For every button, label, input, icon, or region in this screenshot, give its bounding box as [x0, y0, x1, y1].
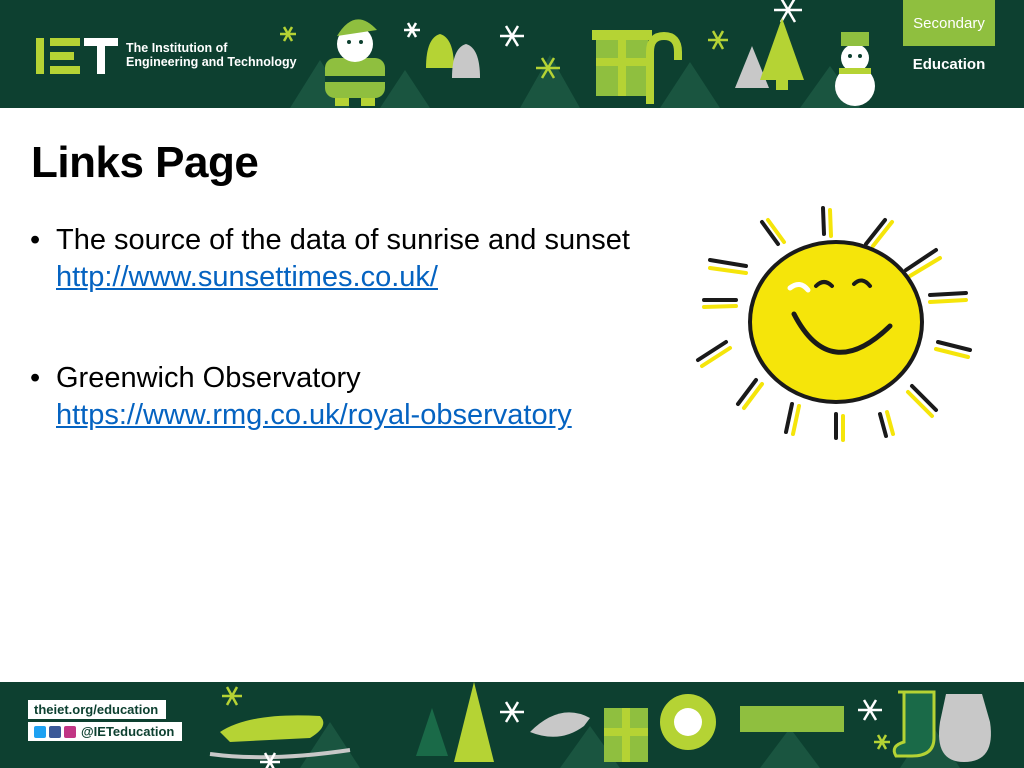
list-item: • The source of the data of sunrise and … [28, 222, 688, 296]
bullet-icon: • [30, 224, 41, 256]
page-title: Links Page [31, 138, 259, 187]
footer-social-bar: @IETeducation [28, 722, 183, 741]
links-list: • The source of the data of sunrise and … [28, 222, 688, 434]
list-item-text: Greenwich Observatory [56, 362, 361, 394]
list-item-text: The source of the data of sunrise and su… [56, 224, 630, 256]
iet-logo-text: The Institution of Engineering and Techn… [126, 41, 297, 69]
footer-website[interactable]: theiet.org/education [28, 700, 167, 719]
smiling-sun-icon [696, 206, 972, 442]
sunsettimes-link[interactable]: http://www.sunsettimes.co.uk/ [56, 261, 438, 293]
royal-observatory-link[interactable]: https://www.rmg.co.uk/royal-observatory [56, 399, 572, 431]
list-item: • Greenwich Observatory https://www.rmg.… [28, 360, 688, 434]
header-banner: The Institution of Engineering and Techn… [0, 0, 1024, 108]
iet-logo-mark [36, 36, 118, 74]
instagram-icon[interactable] [64, 725, 76, 738]
social-handle[interactable]: @IETeducation [81, 724, 174, 739]
education-label: Education [912, 56, 986, 73]
facebook-icon[interactable] [49, 725, 61, 738]
org-name-line-2: Engineering and Technology [126, 55, 297, 69]
twitter-icon[interactable] [34, 725, 46, 738]
footer-banner: theiet.org/education @IETeducation [0, 682, 1024, 768]
secondary-label: Secondary [903, 0, 995, 46]
org-name-line-1: The Institution of [126, 41, 228, 55]
bullet-icon: • [30, 362, 41, 394]
iet-logo: The Institution of Engineering and Techn… [36, 36, 297, 74]
